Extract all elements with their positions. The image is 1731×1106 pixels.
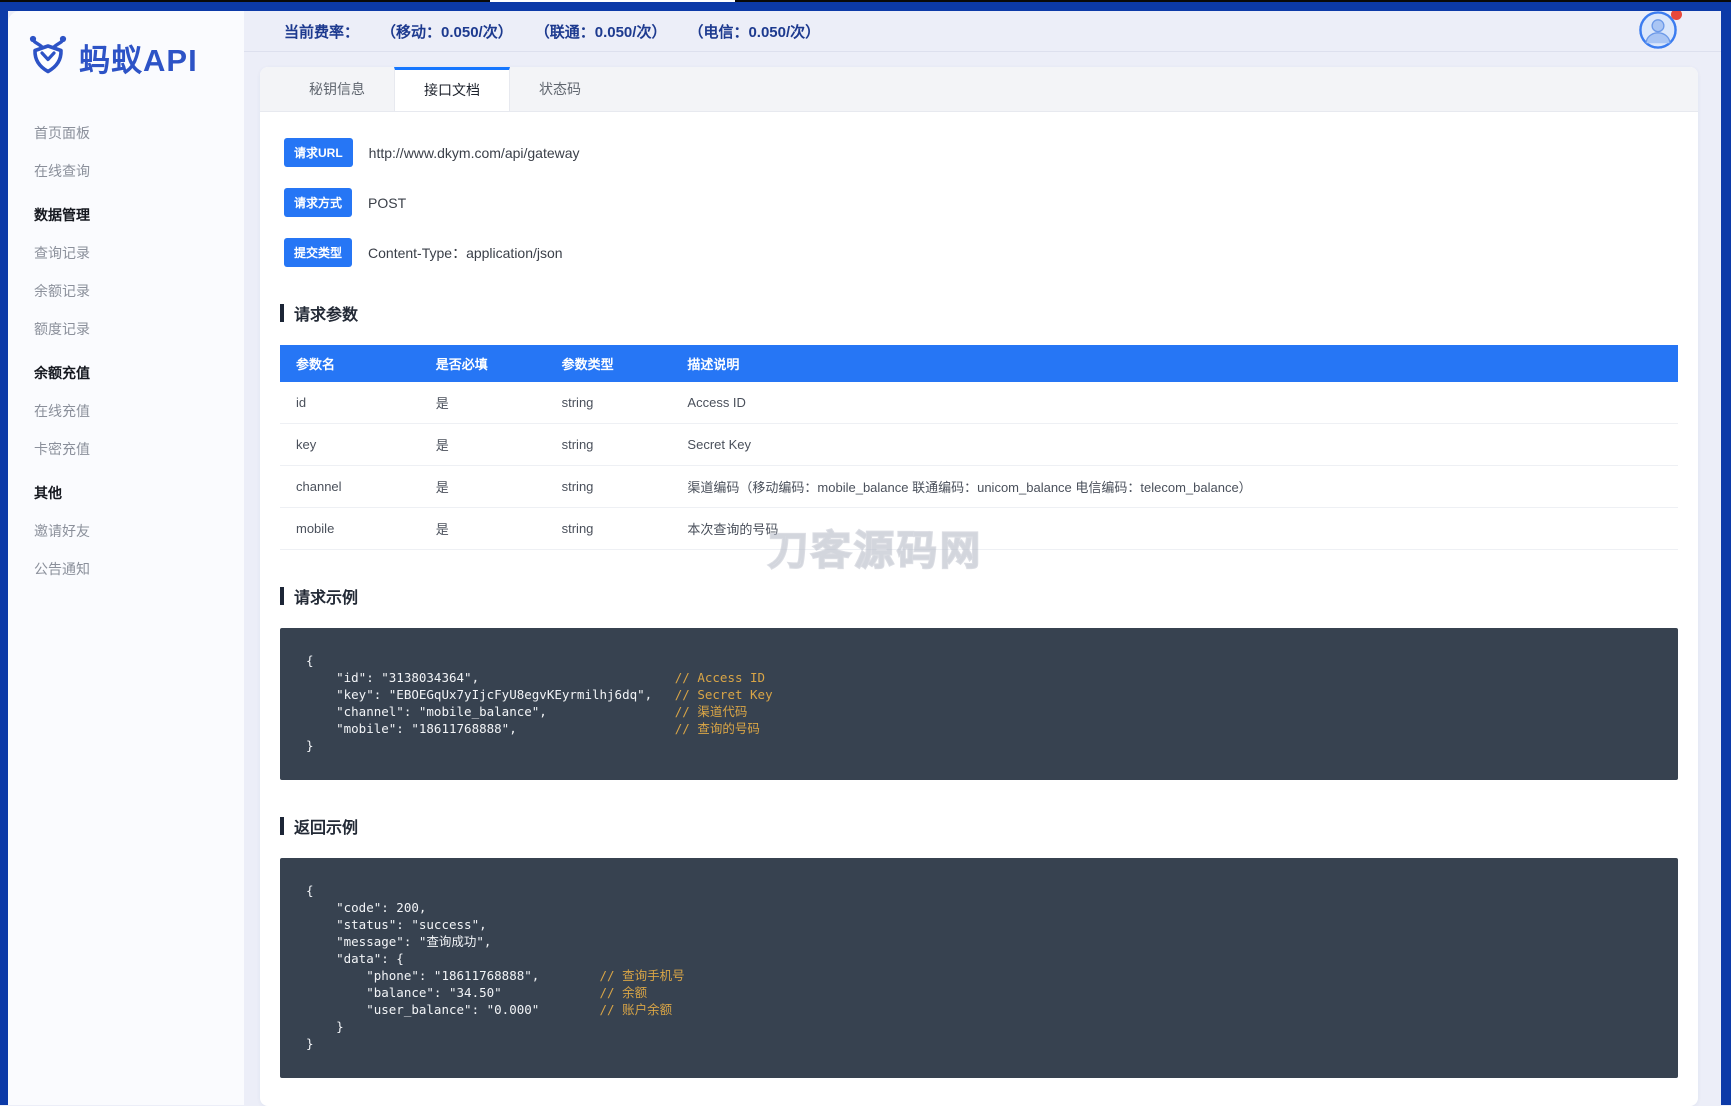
sidebar: 蚂蚁API 首页面板 在线查询 数据管理 查询记录 余额记录 额度记录 余额充值… bbox=[8, 11, 244, 1105]
sidebar-item-quota-records[interactable]: 额度记录 bbox=[8, 310, 244, 348]
request-example-code: { "id": "3138034364", // Access ID "key"… bbox=[280, 628, 1678, 780]
col-description: 描述说明 bbox=[671, 345, 1678, 382]
section-bar-icon bbox=[280, 817, 284, 835]
request-method-badge: 请求方式 bbox=[284, 188, 353, 217]
request-url-row: 请求URL http://www.dkym.com/api/gateway bbox=[284, 138, 1678, 167]
tab-panel-api-docs: 请求URL http://www.dkym.com/api/gateway 请求… bbox=[260, 112, 1698, 1078]
doc-card: 秘钥信息 接口文档 状态码 请求URL http://www.dkym.com/… bbox=[260, 67, 1698, 1106]
sidebar-section-other: 其他 bbox=[34, 485, 62, 501]
rate-mobile: （移动：0.050/次） bbox=[381, 23, 513, 41]
sidebar-section-recharge: 余额充值 bbox=[34, 365, 90, 381]
content-type-value: Content-Type：application/json bbox=[368, 244, 563, 261]
params-table-header-row: 参数名 是否必填 参数类型 描述说明 bbox=[280, 345, 1678, 382]
request-params-title: 请求参数 bbox=[280, 301, 1678, 325]
tab-bar: 秘钥信息 接口文档 状态码 bbox=[260, 67, 1698, 112]
request-url-value: http://www.dkym.com/api/gateway bbox=[368, 144, 580, 161]
sidebar-item-card-recharge[interactable]: 卡密充值 bbox=[8, 430, 244, 468]
window-right-frame bbox=[1721, 0, 1731, 1105]
top-header: 当前费率： （移动：0.050/次） （联通：0.050/次） （电信：0.05… bbox=[244, 9, 1721, 52]
current-rates: 当前费率： （移动：0.050/次） （联通：0.050/次） （电信：0.05… bbox=[284, 21, 820, 42]
sidebar-item-dashboard[interactable]: 首页面板 bbox=[8, 114, 244, 152]
tab-status-codes[interactable]: 状态码 bbox=[510, 67, 610, 111]
content-type-row: 提交类型 Content-Type：application/json bbox=[284, 238, 1678, 267]
request-method-value: POST bbox=[368, 194, 407, 211]
content-type-badge: 提交类型 bbox=[284, 238, 353, 267]
section-bar-icon bbox=[280, 304, 284, 322]
rate-telecom: （电信：0.050/次） bbox=[688, 23, 821, 41]
sidebar-item-query-records[interactable]: 查询记录 bbox=[8, 234, 244, 272]
col-param-type: 参数类型 bbox=[545, 345, 672, 382]
section-bar-icon bbox=[280, 587, 284, 605]
user-avatar[interactable] bbox=[1639, 9, 1682, 51]
sidebar-item-balance-records[interactable]: 余额记录 bbox=[8, 272, 244, 310]
logo-text: 蚂蚁API bbox=[79, 43, 198, 78]
tab-secret-info[interactable]: 秘钥信息 bbox=[280, 67, 394, 111]
main-area: 当前费率： （移动：0.050/次） （联通：0.050/次） （电信：0.05… bbox=[244, 9, 1721, 1106]
table-row: mobile 是 string 本次查询的号码 bbox=[280, 507, 1678, 550]
request-method-row: 请求方式 POST bbox=[284, 188, 1678, 217]
table-row: key 是 string Secret Key bbox=[280, 423, 1678, 466]
ant-logo-icon bbox=[28, 35, 72, 80]
sidebar-item-invite-friends[interactable]: 邀请好友 bbox=[8, 512, 244, 550]
col-required: 是否必填 bbox=[419, 345, 546, 382]
content-area: 秘钥信息 接口文档 状态码 请求URL http://www.dkym.com/… bbox=[244, 52, 1721, 1106]
sidebar-item-announcements[interactable]: 公告通知 bbox=[8, 550, 244, 588]
screen-top-edge bbox=[0, 0, 490, 2]
table-row: channel 是 string 渠道编码（移动编码：mobile_balanc… bbox=[280, 465, 1678, 508]
sidebar-section-data-manage: 数据管理 bbox=[34, 207, 90, 223]
request-example-title: 请求示例 bbox=[280, 584, 1678, 608]
rates-label: 当前费率： bbox=[284, 23, 360, 41]
sidebar-item-online-query[interactable]: 在线查询 bbox=[8, 152, 244, 190]
window-left-frame bbox=[0, 0, 8, 1105]
sidebar-nav: 首页面板 在线查询 数据管理 查询记录 余额记录 额度记录 余额充值 在线充值 … bbox=[8, 108, 244, 588]
tab-api-docs[interactable]: 接口文档 bbox=[394, 67, 510, 111]
params-table: 参数名 是否必填 参数类型 描述说明 id 是 string Access ID… bbox=[280, 345, 1678, 550]
app-window: 蚂蚁API 首页面板 在线查询 数据管理 查询记录 余额记录 额度记录 余额充值… bbox=[8, 9, 1721, 1106]
response-example-code: { "code": 200, "status": "success", "mes… bbox=[280, 858, 1678, 1078]
request-url-badge: 请求URL bbox=[284, 138, 353, 167]
response-example-title: 返回示例 bbox=[280, 814, 1678, 838]
logo[interactable]: 蚂蚁API bbox=[8, 11, 244, 108]
rate-unicom: （联通：0.050/次） bbox=[534, 23, 667, 41]
table-row: id 是 string Access ID bbox=[280, 382, 1678, 424]
screen-top-edge bbox=[735, 0, 1731, 2]
col-param-name: 参数名 bbox=[280, 345, 420, 382]
screen-top-edge-gap bbox=[490, 0, 735, 2]
sidebar-item-online-recharge[interactable]: 在线充值 bbox=[8, 392, 244, 430]
